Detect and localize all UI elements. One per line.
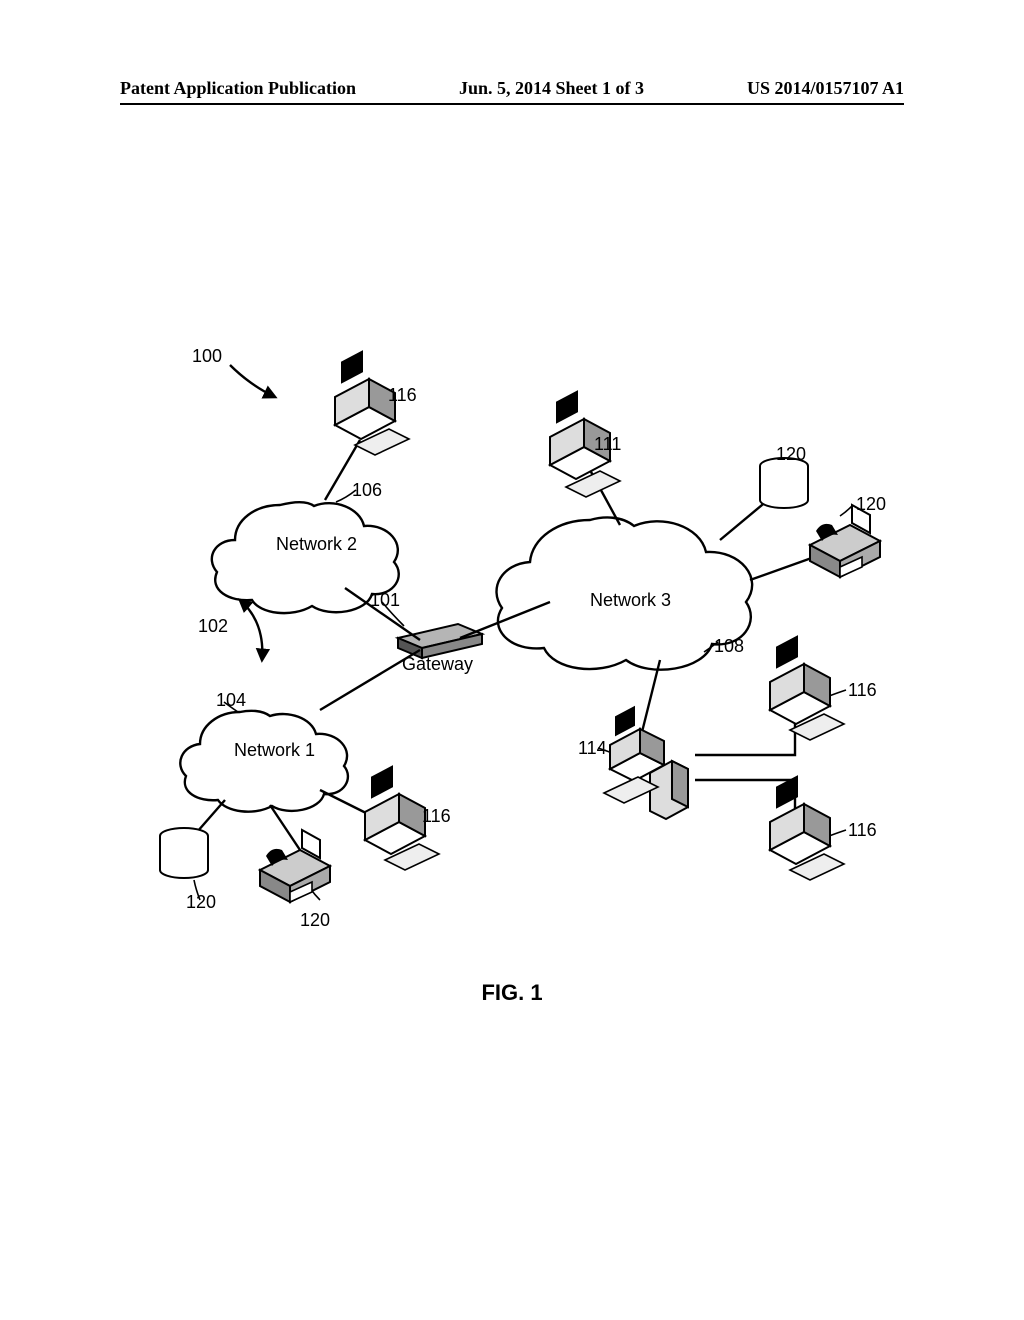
terminal-icon	[770, 635, 844, 740]
network-1-label: Network 1	[234, 740, 315, 761]
ref-100: 100	[192, 346, 222, 367]
page-header: Patent Application Publication Jun. 5, 2…	[120, 78, 904, 105]
database-icon	[760, 458, 808, 508]
ref-116-d: 116	[848, 820, 877, 841]
leader-lines	[194, 398, 852, 900]
ref-108: 108	[714, 636, 744, 657]
ref-116-b: 116	[422, 806, 451, 827]
ref-120-c: 120	[186, 892, 216, 913]
header-center: Jun. 5, 2014 Sheet 1 of 3	[459, 78, 644, 99]
gateway-label: Gateway	[402, 654, 473, 675]
server-icon	[604, 706, 688, 819]
page: Patent Application Publication Jun. 5, 2…	[0, 0, 1024, 1320]
figure-caption: FIG. 1	[0, 980, 1024, 1006]
fax-icon	[810, 505, 880, 577]
network-3-label: Network 3	[590, 590, 671, 611]
terminal-icon	[770, 775, 844, 880]
ref-101: 101	[370, 590, 400, 611]
ref-120-a: 120	[776, 444, 806, 465]
network-1-cloud	[180, 711, 348, 812]
system-ref-arrow	[230, 365, 275, 397]
gateway-icon	[398, 624, 482, 658]
ref-120-b: 120	[856, 494, 886, 515]
database-icon	[160, 828, 208, 878]
ref-104: 104	[216, 690, 246, 711]
figure-canvas: 100 102 Network 2 106 Network 1 104 Netw…	[120, 340, 904, 960]
header-left: Patent Application Publication	[120, 78, 356, 99]
ref-120-d: 120	[300, 910, 330, 931]
ref-106: 106	[352, 480, 382, 501]
figure-svg	[120, 340, 904, 960]
header-right: US 2014/0157107 A1	[747, 78, 904, 99]
ref-116-a: 116	[388, 385, 417, 406]
bidir-arrow-icon	[240, 600, 262, 660]
ref-116-c: 116	[848, 680, 877, 701]
ref-114: 114	[578, 738, 607, 759]
ref-102: 102	[198, 616, 228, 637]
network-2-label: Network 2	[276, 534, 357, 555]
ref-111: 111	[594, 434, 621, 455]
